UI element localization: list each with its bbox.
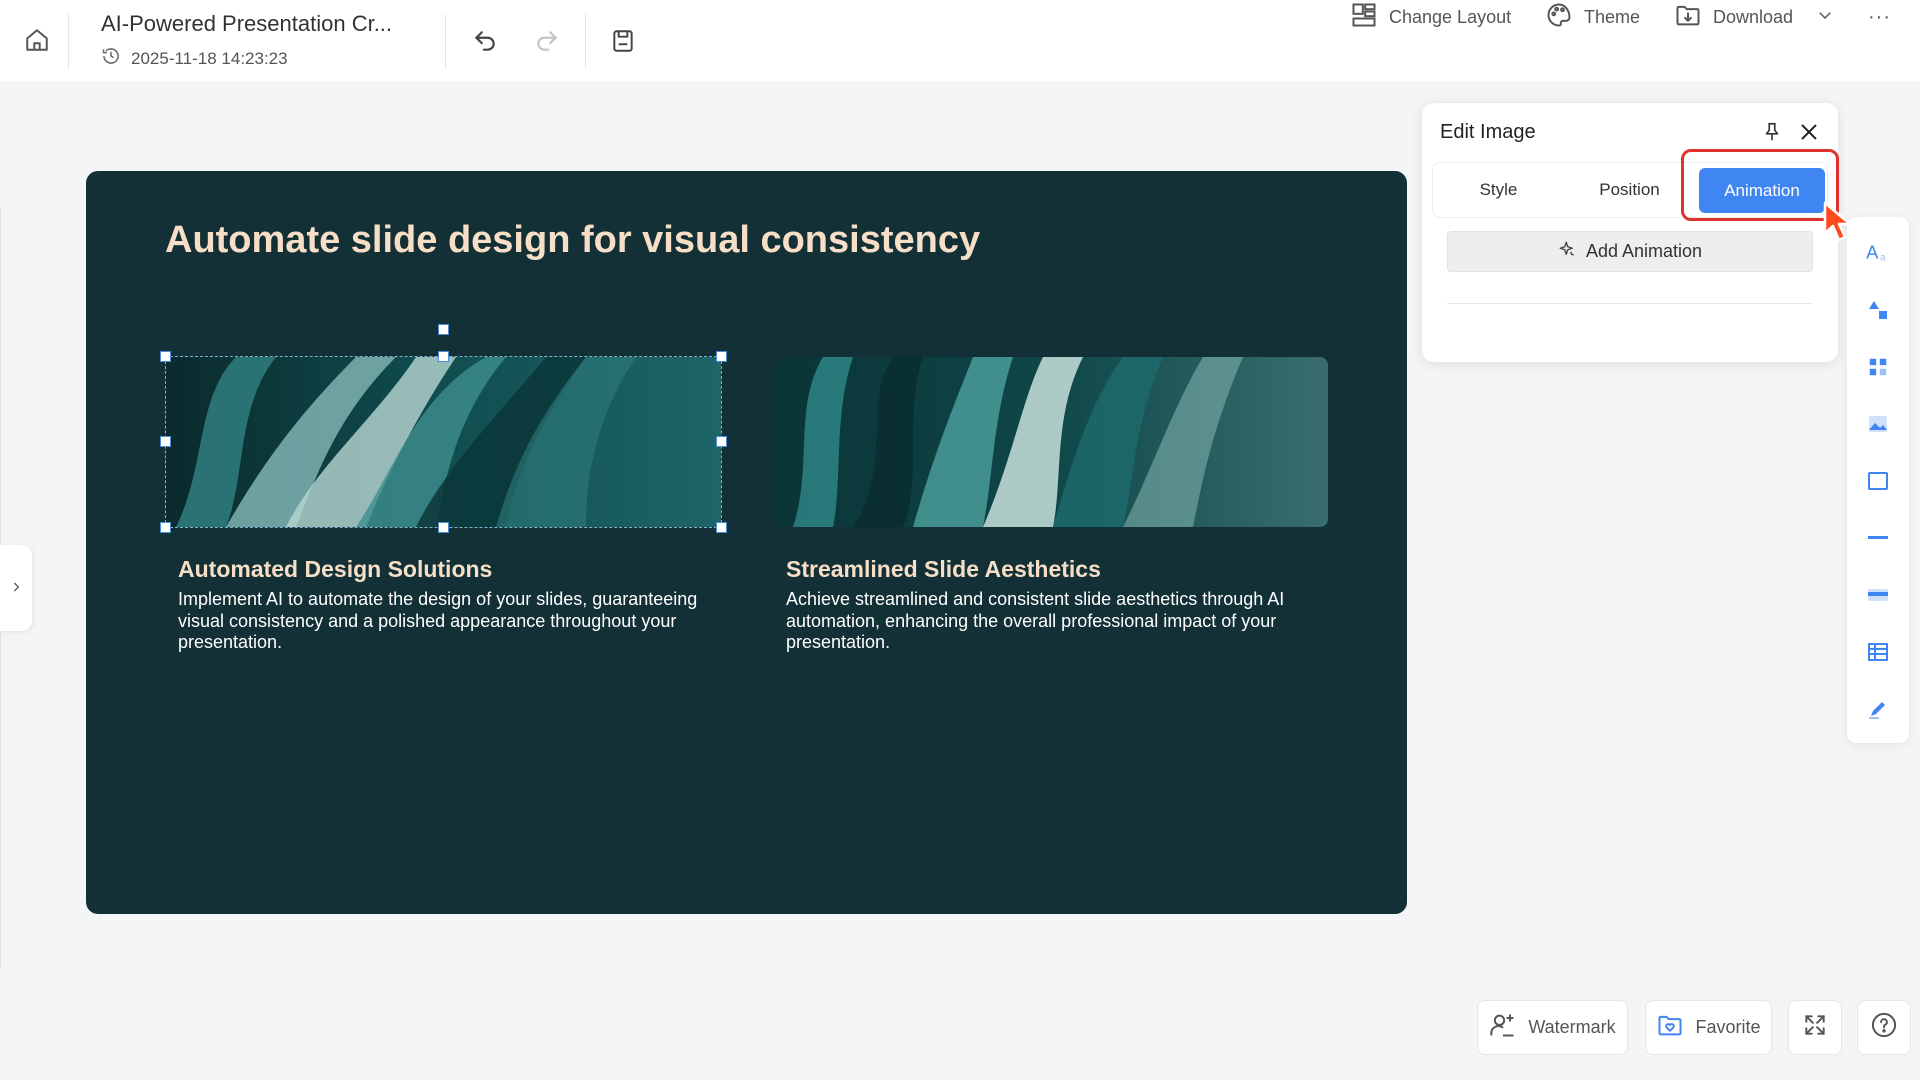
watermark-button[interactable]: Watermark	[1477, 1000, 1628, 1055]
help-icon	[1870, 1011, 1898, 1044]
card-body[interactable]: Achieve streamlined and consistent slide…	[786, 589, 1326, 654]
insert-toolbar: Aa	[1847, 217, 1909, 743]
image-icon[interactable]	[1864, 410, 1892, 438]
tab-style[interactable]: Style	[1433, 163, 1564, 217]
chevron-down-icon[interactable]	[1816, 6, 1834, 29]
theme-button[interactable]: Theme	[1545, 0, 1640, 34]
animation-tab-highlight	[1681, 149, 1839, 221]
mouse-cursor-icon	[1822, 200, 1862, 250]
fullscreen-button[interactable]	[1788, 1000, 1842, 1055]
palette-icon	[1545, 1, 1573, 34]
theme-label: Theme	[1584, 6, 1641, 27]
resize-handle[interactable]	[716, 522, 727, 533]
layout-icon	[1350, 1, 1378, 34]
expand-sidebar-button[interactable]	[0, 545, 32, 631]
frame-icon[interactable]	[1864, 467, 1892, 495]
resize-handle[interactable]	[438, 522, 449, 533]
top-bar: AI-Powered Presentation Cr... 2025-11-18…	[0, 0, 1920, 83]
fullscreen-icon	[1802, 1012, 1828, 1043]
grid-icon[interactable]	[1864, 353, 1892, 381]
chevron-right-icon	[9, 578, 23, 599]
resize-handle[interactable]	[716, 436, 727, 447]
help-button[interactable]	[1857, 1000, 1911, 1055]
download-label: Download	[1713, 6, 1794, 27]
shapes-icon[interactable]	[1864, 296, 1892, 324]
pen-icon[interactable]	[1864, 695, 1892, 723]
svg-text:A: A	[1866, 241, 1879, 262]
tab-position[interactable]: Position	[1564, 163, 1695, 217]
favorite-label: Favorite	[1695, 1017, 1761, 1037]
history-icon	[101, 46, 121, 71]
resize-handle[interactable]	[160, 522, 171, 533]
download-icon	[1674, 1, 1702, 34]
redo-icon[interactable]	[532, 26, 562, 56]
slide-title[interactable]: Automate slide design for visual consist…	[165, 219, 980, 262]
svg-text:a: a	[1880, 253, 1886, 264]
more-menu-button[interactable]: ···	[1868, 0, 1891, 34]
save-icon[interactable]	[608, 26, 638, 56]
undo-icon[interactable]	[470, 26, 500, 56]
favorite-icon	[1656, 1011, 1684, 1044]
last-saved: 2025-11-18 14:23:23	[101, 46, 288, 71]
divider	[585, 14, 586, 69]
divider	[68, 14, 69, 69]
document-title[interactable]: AI-Powered Presentation Cr...	[101, 11, 392, 37]
resize-handle[interactable]	[160, 351, 171, 362]
card-body[interactable]: Implement AI to automate the design of y…	[178, 589, 718, 654]
close-icon[interactable]	[1796, 119, 1822, 145]
table-icon[interactable]	[1864, 638, 1892, 666]
slide-canvas[interactable]: Automate slide design for visual consist…	[86, 171, 1407, 914]
divider	[1447, 303, 1813, 304]
resize-handle[interactable]	[716, 351, 727, 362]
panel-title: Edit Image	[1440, 121, 1536, 143]
card-heading[interactable]: Automated Design Solutions	[178, 556, 492, 583]
favorite-button[interactable]: Favorite	[1645, 1000, 1772, 1055]
watermark-icon	[1489, 1011, 1517, 1044]
text-icon[interactable]: Aa	[1864, 239, 1892, 267]
card-heading[interactable]: Streamlined Slide Aesthetics	[786, 556, 1101, 583]
change-layout-button[interactable]: Change Layout	[1350, 0, 1511, 34]
download-button[interactable]: Download	[1674, 0, 1834, 34]
banner-icon[interactable]	[1864, 581, 1892, 609]
sparkle-icon	[1558, 240, 1576, 263]
line-icon[interactable]	[1864, 524, 1892, 552]
rotate-handle[interactable]	[438, 324, 449, 335]
pin-icon[interactable]	[1759, 119, 1785, 145]
change-layout-label: Change Layout	[1389, 6, 1512, 27]
divider	[445, 14, 446, 69]
edit-image-panel: Edit Image Style Position Animation Add …	[1422, 103, 1838, 362]
home-icon[interactable]	[22, 25, 52, 55]
add-animation-button[interactable]: Add Animation	[1447, 231, 1813, 272]
timestamp: 2025-11-18 14:23:23	[131, 48, 288, 68]
slide-image-right[interactable]	[773, 357, 1328, 527]
watermark-label: Watermark	[1528, 1017, 1616, 1037]
resize-handle[interactable]	[160, 436, 171, 447]
slide-image-left[interactable]	[166, 357, 721, 527]
resize-handle[interactable]	[438, 351, 449, 362]
add-animation-label: Add Animation	[1585, 241, 1703, 261]
